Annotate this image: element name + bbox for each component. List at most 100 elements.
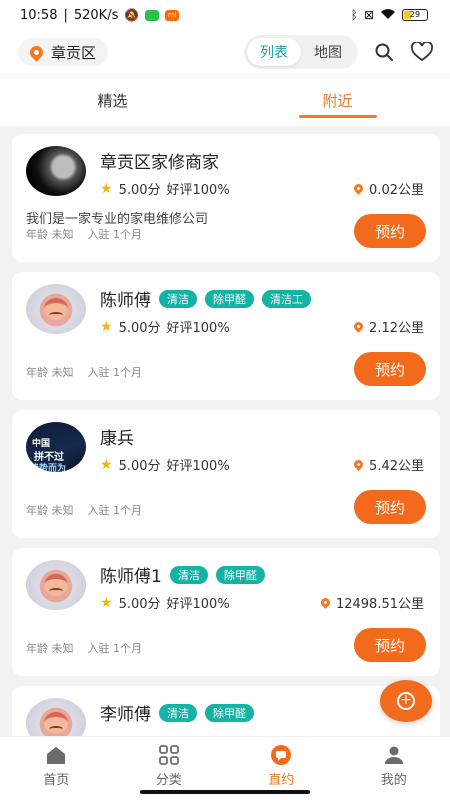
joined: 入驻 1个月 [87,228,143,241]
star-icon: ★ [100,456,113,473]
book-button[interactable]: 预约 [354,214,426,248]
location-pin-icon [352,182,365,195]
star-icon: ★ [100,318,113,335]
distance: 2.12公里 [352,317,424,336]
joined: 入驻 1个月 [87,504,143,517]
location-selector[interactable]: 章贡区 [18,38,109,66]
nav-label: 我的 [380,773,407,788]
provider-list: 章贡区家修商家 ★ 5.00分 好评100% 0.02公里 我们是一家专业的家电… [12,134,440,800]
book-button[interactable]: 预约 [354,352,426,386]
star-icon: ★ [100,594,113,611]
wechat-icon [145,9,160,21]
heart-icon[interactable] [410,40,434,64]
network-speed: 520K/s [73,7,119,23]
status-time: 10:58 [20,7,58,23]
battery-icon: 29 [402,9,428,21]
service-tag: 除甲醛 [215,565,265,584]
home-indicator [140,790,310,794]
rating: ★ 5.00分 好评100% [100,593,230,613]
avatar [26,560,86,610]
tab-nearby[interactable]: 附近 [225,75,450,126]
toggle-map[interactable]: 地图 [301,38,355,66]
home-icon [45,745,67,765]
provider-meta: 年龄 未知 入驻 1个月 [26,364,142,380]
rating: ★ 5.00分 好评100% [100,317,230,337]
service-tag: 清洁 [169,565,208,584]
user-icon [383,745,405,765]
add-fab-button[interactable]: + [380,680,432,722]
provider-meta: 年龄 未知 入驻 1个月 [26,640,142,656]
score: 5.00分 [118,183,161,198]
view-toggle: 列表 地图 [244,35,358,69]
grid-icon [158,745,180,765]
praise-rate: 好评100% [166,597,230,612]
service-tag: 除甲醛 [205,703,254,722]
age: 年龄 未知 [26,366,74,379]
provider-card[interactable]: 陈师傅 清洁 除甲醛 清洁工 ★ 5.00分 好评100% 2.12公里 年龄 … [12,272,440,400]
service-tag: 清洁 [159,289,197,308]
age: 年龄 未知 [26,642,74,655]
wifi-icon [380,8,396,22]
joined: 入驻 1个月 [87,366,143,379]
provider-meta: 年龄 未知 入驻 1个月 [26,226,142,242]
provider-card[interactable]: 章贡区家修商家 ★ 5.00分 好评100% 0.02公里 我们是一家专业的家电… [12,134,440,262]
score: 5.00分 [118,597,161,612]
nav-label: 直约 [268,773,295,788]
distance: 12498.51公里 [319,593,424,612]
joined: 入驻 1个月 [87,642,143,655]
avatar [26,284,86,334]
search-icon[interactable] [372,40,396,64]
plus-circle-icon: + [397,692,415,710]
status-bar: 10:58 | 520K/s 🔕 mi ᛒ ⊠ 29 [0,0,450,30]
location-pin-icon [27,42,46,62]
rating: ★ 5.00分 好评100% [100,179,230,199]
chat-icon [270,745,292,765]
bluetooth-icon: ᛒ [350,8,358,22]
service-tag: 清洁 [159,703,197,722]
provider-name: 李师傅 [100,705,151,725]
nav-home[interactable]: 首页 [0,737,113,800]
praise-rate: 好评100% [166,321,230,336]
distance: 5.42公里 [352,455,424,474]
distance-value: 12498.51公里 [335,597,424,612]
tab-featured[interactable]: 精选 [0,75,225,126]
location-pin-icon [352,320,365,333]
book-button[interactable]: 预约 [354,628,426,662]
location-pin-icon [319,596,332,609]
score: 5.00分 [118,459,161,474]
top-header: 章贡区 列表 地图 [0,30,450,74]
distance-value: 5.42公里 [369,459,424,474]
age: 年龄 未知 [26,504,74,517]
score: 5.00分 [118,321,161,336]
mute-icon: 🔕 [124,8,140,22]
toggle-list[interactable]: 列表 [247,38,301,66]
provider-name: 章贡区家修商家 [100,153,219,173]
mi-icon: mi [165,9,180,21]
rating: ★ 5.00分 好评100% [100,455,230,475]
distance-value: 2.12公里 [369,321,424,336]
location-pin-icon [352,458,365,471]
service-tag: 清洁工 [262,289,311,308]
sim-off-icon: ⊠ [363,8,374,22]
nav-mine[interactable]: 我的 [338,737,450,800]
service-tag: 除甲醛 [205,289,254,308]
provider-description: 我们是一家专业的家电维修公司 [26,212,209,227]
provider-meta: 年龄 未知 入驻 1个月 [26,502,142,518]
distance: 0.02公里 [352,179,424,198]
location-label: 章贡区 [51,43,97,62]
star-icon: ★ [100,180,113,197]
nav-label: 分类 [155,773,182,788]
praise-rate: 好评100% [166,183,230,198]
avatar: 中国 拼不过 趋势而为 [26,422,86,472]
provider-name: 陈师傅1 [100,567,162,587]
distance-value: 0.02公里 [369,183,424,198]
book-button[interactable]: 预约 [354,490,426,524]
provider-name: 陈师傅 [100,291,151,311]
avatar [26,146,86,196]
provider-card[interactable]: 中国 拼不过 趋势而为 康兵 ★ 5.00分 好评100% 5.42公里 年龄 … [12,410,440,538]
provider-card[interactable]: 陈师傅1 清洁 除甲醛 ★ 5.00分 好评100% 12498.51公里 年龄… [12,548,440,676]
praise-rate: 好评100% [166,459,230,474]
age: 年龄 未知 [26,228,74,241]
provider-name: 康兵 [100,429,134,449]
tab-bar: 精选 附近 [0,74,450,126]
